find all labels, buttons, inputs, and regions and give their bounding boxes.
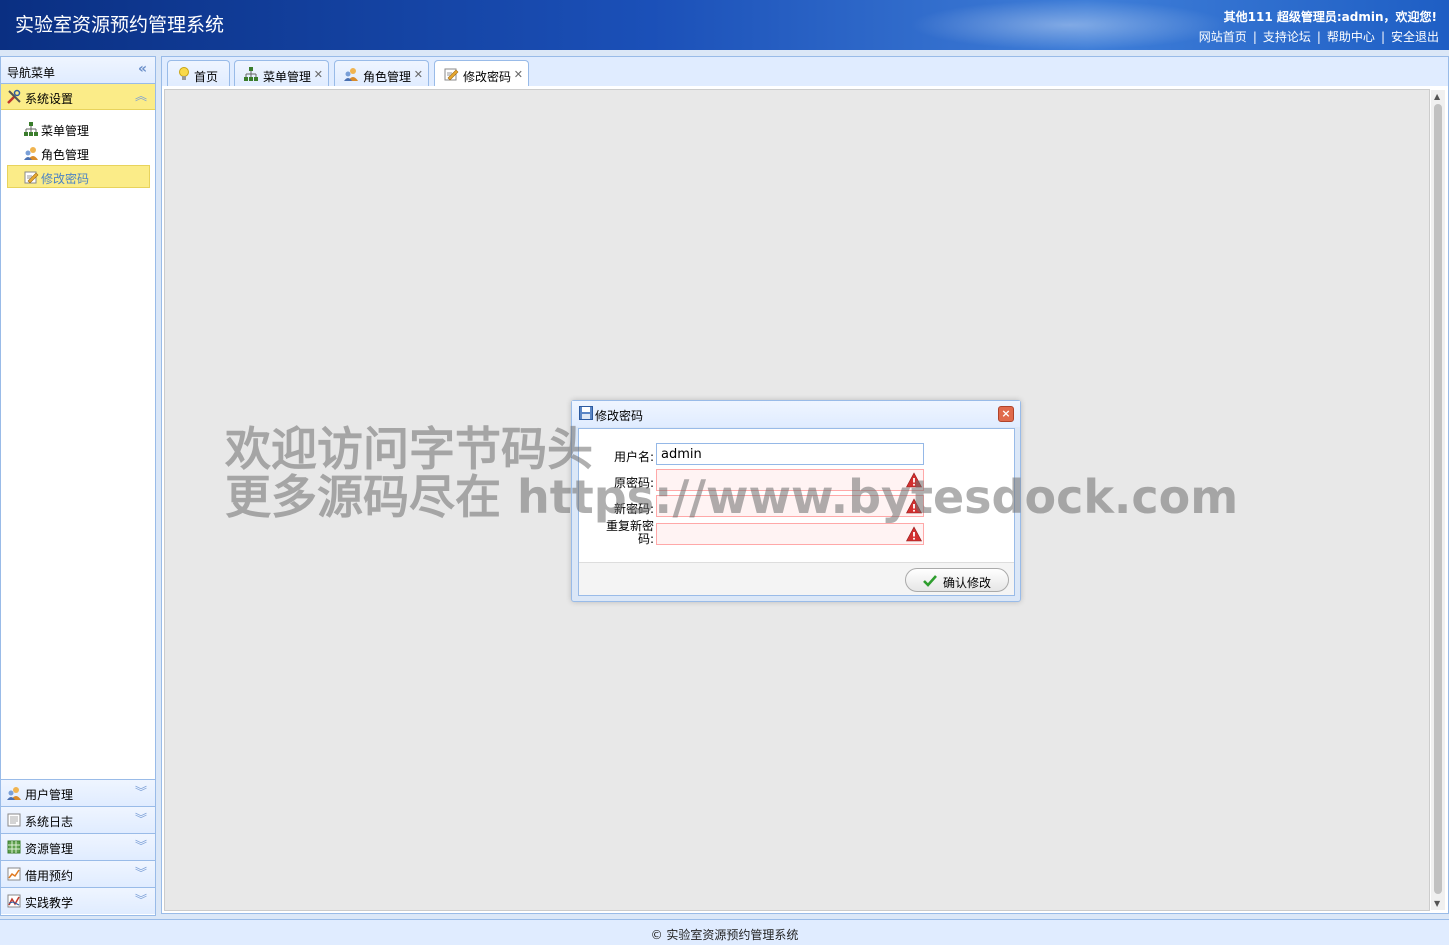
scroll-up-icon[interactable]: ▲ — [1434, 92, 1440, 101]
scrollbar-thumb[interactable] — [1434, 104, 1442, 894]
chevron-down-icon: ︾ — [134, 893, 147, 907]
tab-label: 修改密码 — [463, 70, 512, 84]
sidebar-item-change-password[interactable]: 修改密码 — [7, 165, 150, 188]
warning-icon — [906, 498, 922, 514]
dialog-body: 用户名: 原密码: 新密码: 重复新密码: — [578, 428, 1015, 596]
edit-password-icon — [24, 171, 39, 184]
bulb-icon — [179, 67, 189, 80]
accordion-borrow-reservation[interactable]: 借用预约 ︾ — [1, 860, 155, 887]
dialog-footer: 确认修改 — [579, 562, 1014, 595]
scroll-down-icon[interactable]: ▼ — [1434, 899, 1440, 908]
confirm-label: 确认修改 — [943, 576, 992, 590]
username-field[interactable] — [656, 443, 924, 465]
home-link[interactable]: 网站首页 — [1199, 30, 1247, 44]
repeat-password-row: 重复新密码: — [579, 519, 1016, 547]
warning-icon — [906, 472, 922, 488]
role-icon — [24, 147, 38, 160]
confirm-change-button[interactable]: 确认修改 — [905, 568, 1009, 592]
tab-label: 菜单管理 — [263, 70, 312, 84]
username-row: 用户名: — [579, 443, 1016, 467]
tab-bar: 首页 菜单管理 ✕ 角色管理 ✕ 修改密码 ✕ — [161, 56, 1449, 88]
accordion-label: 系统日志 — [25, 815, 74, 829]
check-icon — [923, 575, 937, 587]
footer-text: © 实验室资源预约管理系统 — [650, 928, 799, 942]
users-icon — [7, 787, 21, 800]
new-password-label: 新密码: — [613, 502, 654, 516]
log-icon — [7, 813, 21, 827]
username-label: 用户名: — [613, 450, 654, 464]
accordion-label: 用户管理 — [25, 788, 74, 802]
accordion-label: 系统设置 — [25, 92, 74, 106]
tab-role-management[interactable]: 角色管理 ✕ — [334, 60, 429, 87]
teaching-chart-icon — [7, 894, 21, 908]
repeat-password-label: 重复新密码: — [605, 519, 654, 546]
vertical-scrollbar[interactable]: ▲ ▼ — [1431, 90, 1445, 910]
old-password-label: 原密码: — [613, 476, 654, 490]
sitemap-icon — [244, 67, 258, 81]
tab-menu-management[interactable]: 菜单管理 ✕ — [234, 60, 329, 87]
dialog-title: 修改密码 — [595, 409, 644, 423]
role-icon — [344, 68, 358, 81]
tab-label: 首页 — [194, 70, 219, 84]
chart-icon — [7, 867, 21, 881]
tab-home[interactable]: 首页 — [167, 60, 230, 87]
warning-icon — [906, 526, 922, 542]
app-footer: © 实验室资源预约管理系统 — [0, 919, 1449, 945]
accordion-label: 实践教学 — [25, 896, 74, 910]
sidebar-item-label: 角色管理 — [41, 148, 90, 162]
old-password-row: 原密码: — [579, 469, 1016, 493]
help-link[interactable]: 帮助中心 — [1327, 30, 1375, 44]
separator: | — [1252, 30, 1257, 44]
save-icon — [579, 406, 593, 420]
dialog-header: 修改密码 × — [572, 401, 1020, 427]
header-glow — [909, 0, 1229, 50]
change-password-dialog: 修改密码 × 用户名: 原密码: 新密码: 重复新密码: — [571, 400, 1021, 602]
separator: | — [1380, 30, 1385, 44]
user-info: 其他111 超级管理员:admin，欢迎您! — [1223, 10, 1437, 24]
chevron-up-icon: ︽ — [134, 89, 147, 103]
sidebar-item-menu-management[interactable]: 菜单管理 — [7, 117, 150, 140]
old-password-field[interactable] — [656, 469, 924, 491]
accordion-system-settings[interactable]: 系统设置 ︽ — [1, 84, 155, 110]
header-links: 网站首页 | 支持论坛 | 帮助中心 | 安全退出 — [1199, 28, 1439, 45]
sidebar-title: 导航菜单 — [7, 66, 56, 80]
close-dialog-button[interactable]: × — [998, 406, 1014, 422]
close-tab-icon[interactable]: ✕ — [414, 68, 423, 81]
chevron-down-icon: ︾ — [134, 866, 147, 880]
logout-link[interactable]: 安全退出 — [1391, 30, 1439, 44]
sidebar-header: 导航菜单 « — [1, 57, 155, 84]
sidebar: 导航菜单 « 系统设置 ︽ 菜单管理 角色管理 修改密码 用户管理 ︾ 系统日志… — [0, 56, 156, 916]
accordion-practice-teaching[interactable]: 实践教学 ︾ — [1, 887, 155, 914]
chevron-down-icon: ︾ — [134, 812, 147, 826]
collapse-sidebar-icon[interactable]: « — [138, 61, 147, 77]
app-header: 实验室资源预约管理系统 其他111 超级管理员:admin，欢迎您! 网站首页 |… — [0, 0, 1449, 50]
chevron-down-icon: ︾ — [134, 785, 147, 799]
accordion-label: 资源管理 — [25, 842, 74, 856]
tools-icon — [7, 89, 21, 104]
sidebar-item-label: 菜单管理 — [41, 124, 90, 138]
separator: | — [1316, 30, 1321, 44]
edit-password-icon — [444, 68, 459, 81]
new-password-field[interactable] — [656, 495, 924, 517]
sidebar-item-label: 修改密码 — [41, 172, 90, 186]
tab-change-password[interactable]: 修改密码 ✕ — [434, 60, 529, 88]
close-tab-icon[interactable]: ✕ — [314, 68, 323, 81]
sitemap-icon — [24, 122, 38, 136]
accordion-label: 借用预约 — [25, 869, 74, 883]
accordion-user-management[interactable]: 用户管理 ︾ — [1, 779, 155, 806]
app-title: 实验室资源预约管理系统 — [15, 14, 225, 36]
grid-icon — [7, 840, 21, 854]
tab-label: 角色管理 — [363, 70, 412, 84]
new-password-row: 新密码: — [579, 495, 1016, 519]
forum-link[interactable]: 支持论坛 — [1263, 30, 1311, 44]
accordion-group-list: 用户管理 ︾ 系统日志 ︾ 资源管理 ︾ 借用预约 ︾ 实践教学 ︾ — [1, 779, 155, 914]
accordion-resource-management[interactable]: 资源管理 ︾ — [1, 833, 155, 860]
sidebar-item-role-management[interactable]: 角色管理 — [7, 141, 150, 164]
close-tab-icon[interactable]: ✕ — [514, 68, 523, 81]
repeat-password-field[interactable] — [656, 523, 924, 545]
chevron-down-icon: ︾ — [134, 839, 147, 853]
accordion-system-log[interactable]: 系统日志 ︾ — [1, 806, 155, 833]
